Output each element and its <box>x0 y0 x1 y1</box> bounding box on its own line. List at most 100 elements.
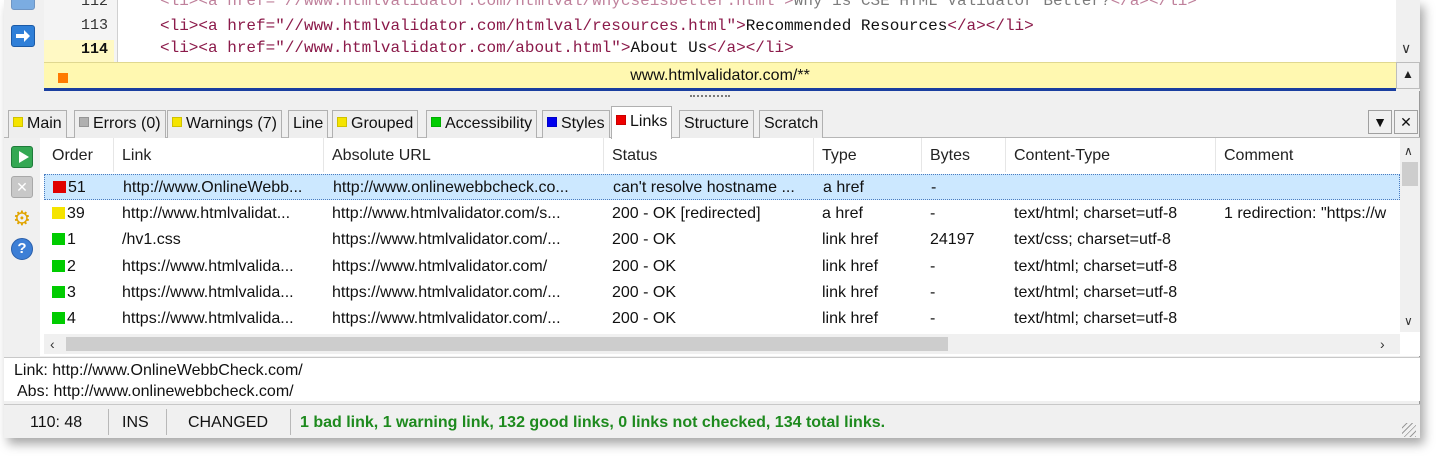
cell-order: 2 <box>44 258 114 276</box>
cell-status: 200 - OK <box>612 231 677 248</box>
cell-link: http://www.OnlineWebb... <box>123 179 303 196</box>
tab-errors[interactable]: Errors (0) <box>74 110 166 138</box>
chevron-right-icon[interactable]: › <box>1380 336 1385 352</box>
cell-bytes: - <box>930 310 936 327</box>
cell-content-type: text/css; charset=utf-8 <box>1014 231 1171 248</box>
arrow-right-icon <box>16 30 30 42</box>
cell-link: https://www.htmlvalida... <box>122 284 294 301</box>
table-row-selected[interactable]: 51 http://www.OnlineWebb... http://www.o… <box>44 174 1400 200</box>
resize-grip-icon[interactable] <box>1402 423 1416 437</box>
cell-bytes: - <box>930 284 936 301</box>
cell-bytes: - <box>930 258 936 275</box>
tab-color-indicator <box>616 115 626 125</box>
column-header-type[interactable]: Type <box>814 138 922 172</box>
nav-forward-button[interactable] <box>11 25 35 47</box>
line-gutter: 112 113 114 <box>44 0 118 62</box>
table-horizontal-scrollbar[interactable]: ‹ › <box>44 334 1400 354</box>
stop-check-button[interactable]: ✕ <box>11 176 33 198</box>
chevron-down-icon[interactable]: ∨ <box>1401 40 1411 57</box>
url-filter-bar[interactable]: www.htmlvalidator.com/** <box>44 62 1396 91</box>
cell-content-type: text/html; charset=utf-8 <box>1014 258 1178 275</box>
detail-abs: Abs: http://www.onlinewebbcheck.com/ <box>17 383 294 400</box>
url-bar-scroll-button[interactable]: ▲ <box>1396 62 1420 89</box>
cell-absolute-url: https://www.htmlvalidator.com/ <box>332 258 548 275</box>
tab-structure[interactable]: Structure <box>679 110 754 138</box>
chevron-down-icon[interactable]: ∨ <box>1404 314 1413 328</box>
line-number: 113 <box>80 17 108 34</box>
gear-icon: ⚙ <box>13 208 31 230</box>
link-summary-message: 1 bad link, 1 warning link, 132 good lin… <box>300 414 886 431</box>
tab-line[interactable]: Line <box>288 110 329 138</box>
chevron-left-icon[interactable]: ‹ <box>50 336 55 352</box>
cell-comment: 1 redirection: "https://w <box>1224 205 1387 222</box>
cell-type: link href <box>822 284 879 301</box>
tab-main[interactable]: Main <box>8 110 67 138</box>
scrollbar-thumb[interactable] <box>66 337 948 351</box>
table-row[interactable]: 1 /hv1.css https://www.htmlvalidator.com… <box>44 227 1400 253</box>
tab-menu-button[interactable]: ▼ <box>1368 110 1392 134</box>
code-line: <li><a href="//www.htmlvalidator.com/htm… <box>160 0 1197 10</box>
column-header-order[interactable]: Order <box>44 138 114 172</box>
column-header-link[interactable]: Link <box>114 138 324 172</box>
column-header-comment[interactable]: Comment <box>1216 138 1400 172</box>
code-line-current: <li><a href="//www.htmlvalidator.com/abo… <box>160 39 794 57</box>
cell-content-type: text/html; charset=utf-8 <box>1014 205 1178 222</box>
settings-button[interactable]: ⚙ <box>11 208 33 230</box>
cell-status: 200 - OK [redirected] <box>612 205 761 222</box>
table-row[interactable]: 2 https://www.htmlvalida... https://www.… <box>44 254 1400 280</box>
table-row[interactable]: 39 http://www.htmlvalidat... http://www.… <box>44 201 1400 227</box>
cell-absolute-url: https://www.htmlvalidator.com/... <box>332 284 561 301</box>
cell-link: http://www.htmlvalidat... <box>122 205 291 222</box>
column-header-bytes[interactable]: Bytes <box>922 138 1006 172</box>
link-detail: Link: http://www.OnlineWebbCheck.com/ Ab… <box>4 357 1420 401</box>
links-table[interactable]: Order Link Absolute URL Status Type Byte… <box>44 138 1400 332</box>
line-number-current: 114 <box>44 40 114 62</box>
status-green-icon <box>52 260 65 272</box>
status-green-icon <box>52 233 65 245</box>
status-green-icon <box>52 312 65 324</box>
nav-up-button[interactable] <box>11 0 35 10</box>
cell-order: 3 <box>44 284 114 302</box>
editor-scrollbar[interactable]: ∨ <box>1396 0 1420 62</box>
table-row[interactable]: 3 https://www.htmlvalida... https://www.… <box>44 280 1400 306</box>
column-header-status[interactable]: Status <box>604 138 814 172</box>
close-tab-button[interactable]: ✕ <box>1394 110 1418 134</box>
help-icon: ? <box>17 240 27 257</box>
help-button[interactable]: ? <box>11 238 33 260</box>
tab-scratch[interactable]: Scratch <box>759 110 824 138</box>
table-vertical-scrollbar[interactable]: ∧ ∨ <box>1400 138 1420 332</box>
editor-toolbar <box>4 0 40 91</box>
cell-absolute-url: https://www.htmlvalidator.com/... <box>332 231 561 248</box>
cell-status: 200 - OK <box>612 310 677 327</box>
cell-link: https://www.htmlvalida... <box>122 258 294 275</box>
document-state: CHANGED <box>188 414 269 431</box>
run-check-button[interactable] <box>11 146 33 168</box>
chevron-down-icon: ▼ <box>1373 114 1387 130</box>
tab-accessibility[interactable]: Accessibility <box>426 110 538 138</box>
cursor-position: 110: 48 <box>30 414 83 431</box>
code-area[interactable]: 112 113 114 <li><a href="//www.htmlvalid… <box>44 0 1396 62</box>
cell-type: a href <box>823 179 864 196</box>
tab-color-indicator <box>172 117 182 127</box>
cell-order: 39 <box>44 205 114 223</box>
chevron-up-icon[interactable]: ∧ <box>1404 144 1413 158</box>
table-row[interactable]: 4 https://www.htmlvalida... https://www.… <box>44 306 1400 332</box>
pane-splitter[interactable] <box>4 91 1420 101</box>
cell-type: link href <box>822 310 879 327</box>
cell-content-type: text/html; charset=utf-8 <box>1014 284 1178 301</box>
close-icon: ✕ <box>1400 114 1412 130</box>
tab-grouped[interactable]: Grouped <box>332 110 419 138</box>
scrollbar-thumb[interactable] <box>1402 162 1418 186</box>
tab-color-indicator <box>13 117 23 127</box>
status-yellow-icon <box>52 207 65 219</box>
column-header-content-type[interactable]: Content-Type <box>1006 138 1216 172</box>
tab-color-indicator <box>337 117 347 127</box>
tab-color-indicator <box>79 117 89 127</box>
column-header-absolute-url[interactable]: Absolute URL <box>324 138 604 172</box>
cell-status: 200 - OK <box>612 284 677 301</box>
tab-color-indicator <box>431 117 441 127</box>
tab-warnings[interactable]: Warnings (7) <box>167 110 282 138</box>
cell-order: 51 <box>45 179 115 197</box>
tab-links[interactable]: Links <box>611 106 673 139</box>
tab-styles[interactable]: Styles <box>542 110 610 138</box>
